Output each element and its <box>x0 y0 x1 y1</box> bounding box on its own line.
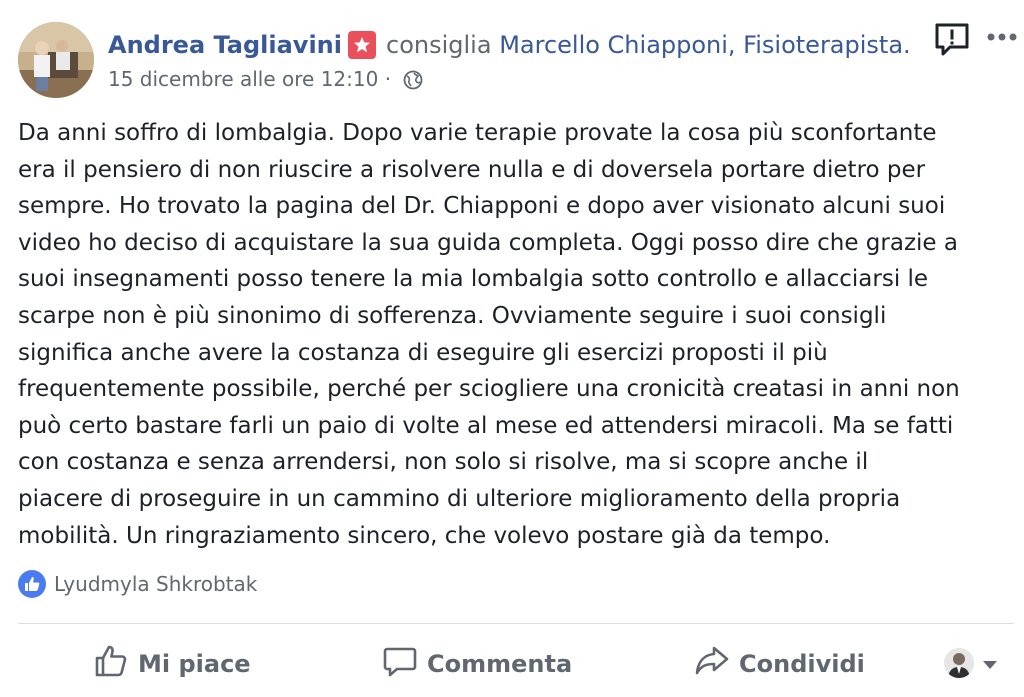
post-text-line: sempre. Ho trovato la pagina del Dr. Chi… <box>18 193 946 220</box>
current-user-avatar <box>944 648 974 678</box>
chevron-down-icon <box>983 661 997 669</box>
post-text-line: può certo bastare farli un paio di volte… <box>18 412 954 439</box>
post-meta: 15 dicembre alle ore 12:10 · <box>108 66 423 96</box>
post-timestamp[interactable]: 15 dicembre alle ore 12:10 <box>108 67 378 91</box>
comment-label: Commenta <box>427 650 573 678</box>
post-header: Andrea Tagliavini consiglia Marcello Chia… <box>18 20 1017 100</box>
thumbs-up-icon <box>95 645 127 677</box>
actions-divider <box>18 623 1014 624</box>
comment-button[interactable]: Commenta <box>383 644 572 684</box>
post-text-line: mobilità. Un ringraziamento sincero, che… <box>18 522 831 549</box>
like-label: Mi piace <box>138 650 251 678</box>
more-options-icon[interactable] <box>984 24 1020 50</box>
post-body-text: Da anni soffro di lombalgia. Dopo varie … <box>18 115 1018 554</box>
recommend-verb: consiglia <box>386 31 492 59</box>
post-text-line: scarpe non è più sinonimo di sofferenza.… <box>18 302 887 329</box>
meta-separator: · <box>384 67 392 91</box>
post-title-line: Andrea Tagliavini consiglia Marcello Chia… <box>108 30 911 60</box>
author-name-link[interactable]: Andrea Tagliavini <box>108 31 342 59</box>
author-avatar[interactable] <box>18 22 94 98</box>
recommended-page-link[interactable]: Marcello Chiapponi, Fisioterapista. <box>499 31 910 59</box>
like-button[interactable]: Mi piace <box>94 644 251 684</box>
comment-icon <box>383 647 417 677</box>
reaction-names: Lyudmyla Shkrobtak <box>54 572 258 596</box>
post-text-line: Da anni soffro di lombalgia. Dopo varie … <box>18 120 937 146</box>
like-icon <box>18 570 46 598</box>
post-text-line: video ho deciso di acquistare la sua gui… <box>18 229 958 256</box>
post-text-line: era il pensiero di non riuscire a risolv… <box>18 156 926 183</box>
post-text-line: con costanza e senza arrendersi, non sol… <box>18 449 869 476</box>
post-text-line: suoi insegnamenti posso tenere la mia lo… <box>18 266 929 293</box>
share-icon <box>695 646 729 675</box>
post-text-line: frequentemente possibile, perché per sci… <box>18 376 960 403</box>
post-as-selector[interactable] <box>940 648 1004 682</box>
share-button[interactable]: Condividi <box>695 644 865 684</box>
post-text-line: piacere di proseguire in un cammino di u… <box>18 485 901 512</box>
globe-icon[interactable] <box>403 70 423 96</box>
star-icon <box>348 31 376 59</box>
share-label: Condividi <box>739 650 865 678</box>
report-icon[interactable] <box>934 22 970 58</box>
post-text-line: significa anche avere la costanza di ese… <box>18 339 828 366</box>
reactions-summary[interactable]: Lyudmyla Shkrobtak <box>18 570 257 600</box>
post-actions-bar: Mi piace Commenta Condividi <box>0 640 1024 690</box>
